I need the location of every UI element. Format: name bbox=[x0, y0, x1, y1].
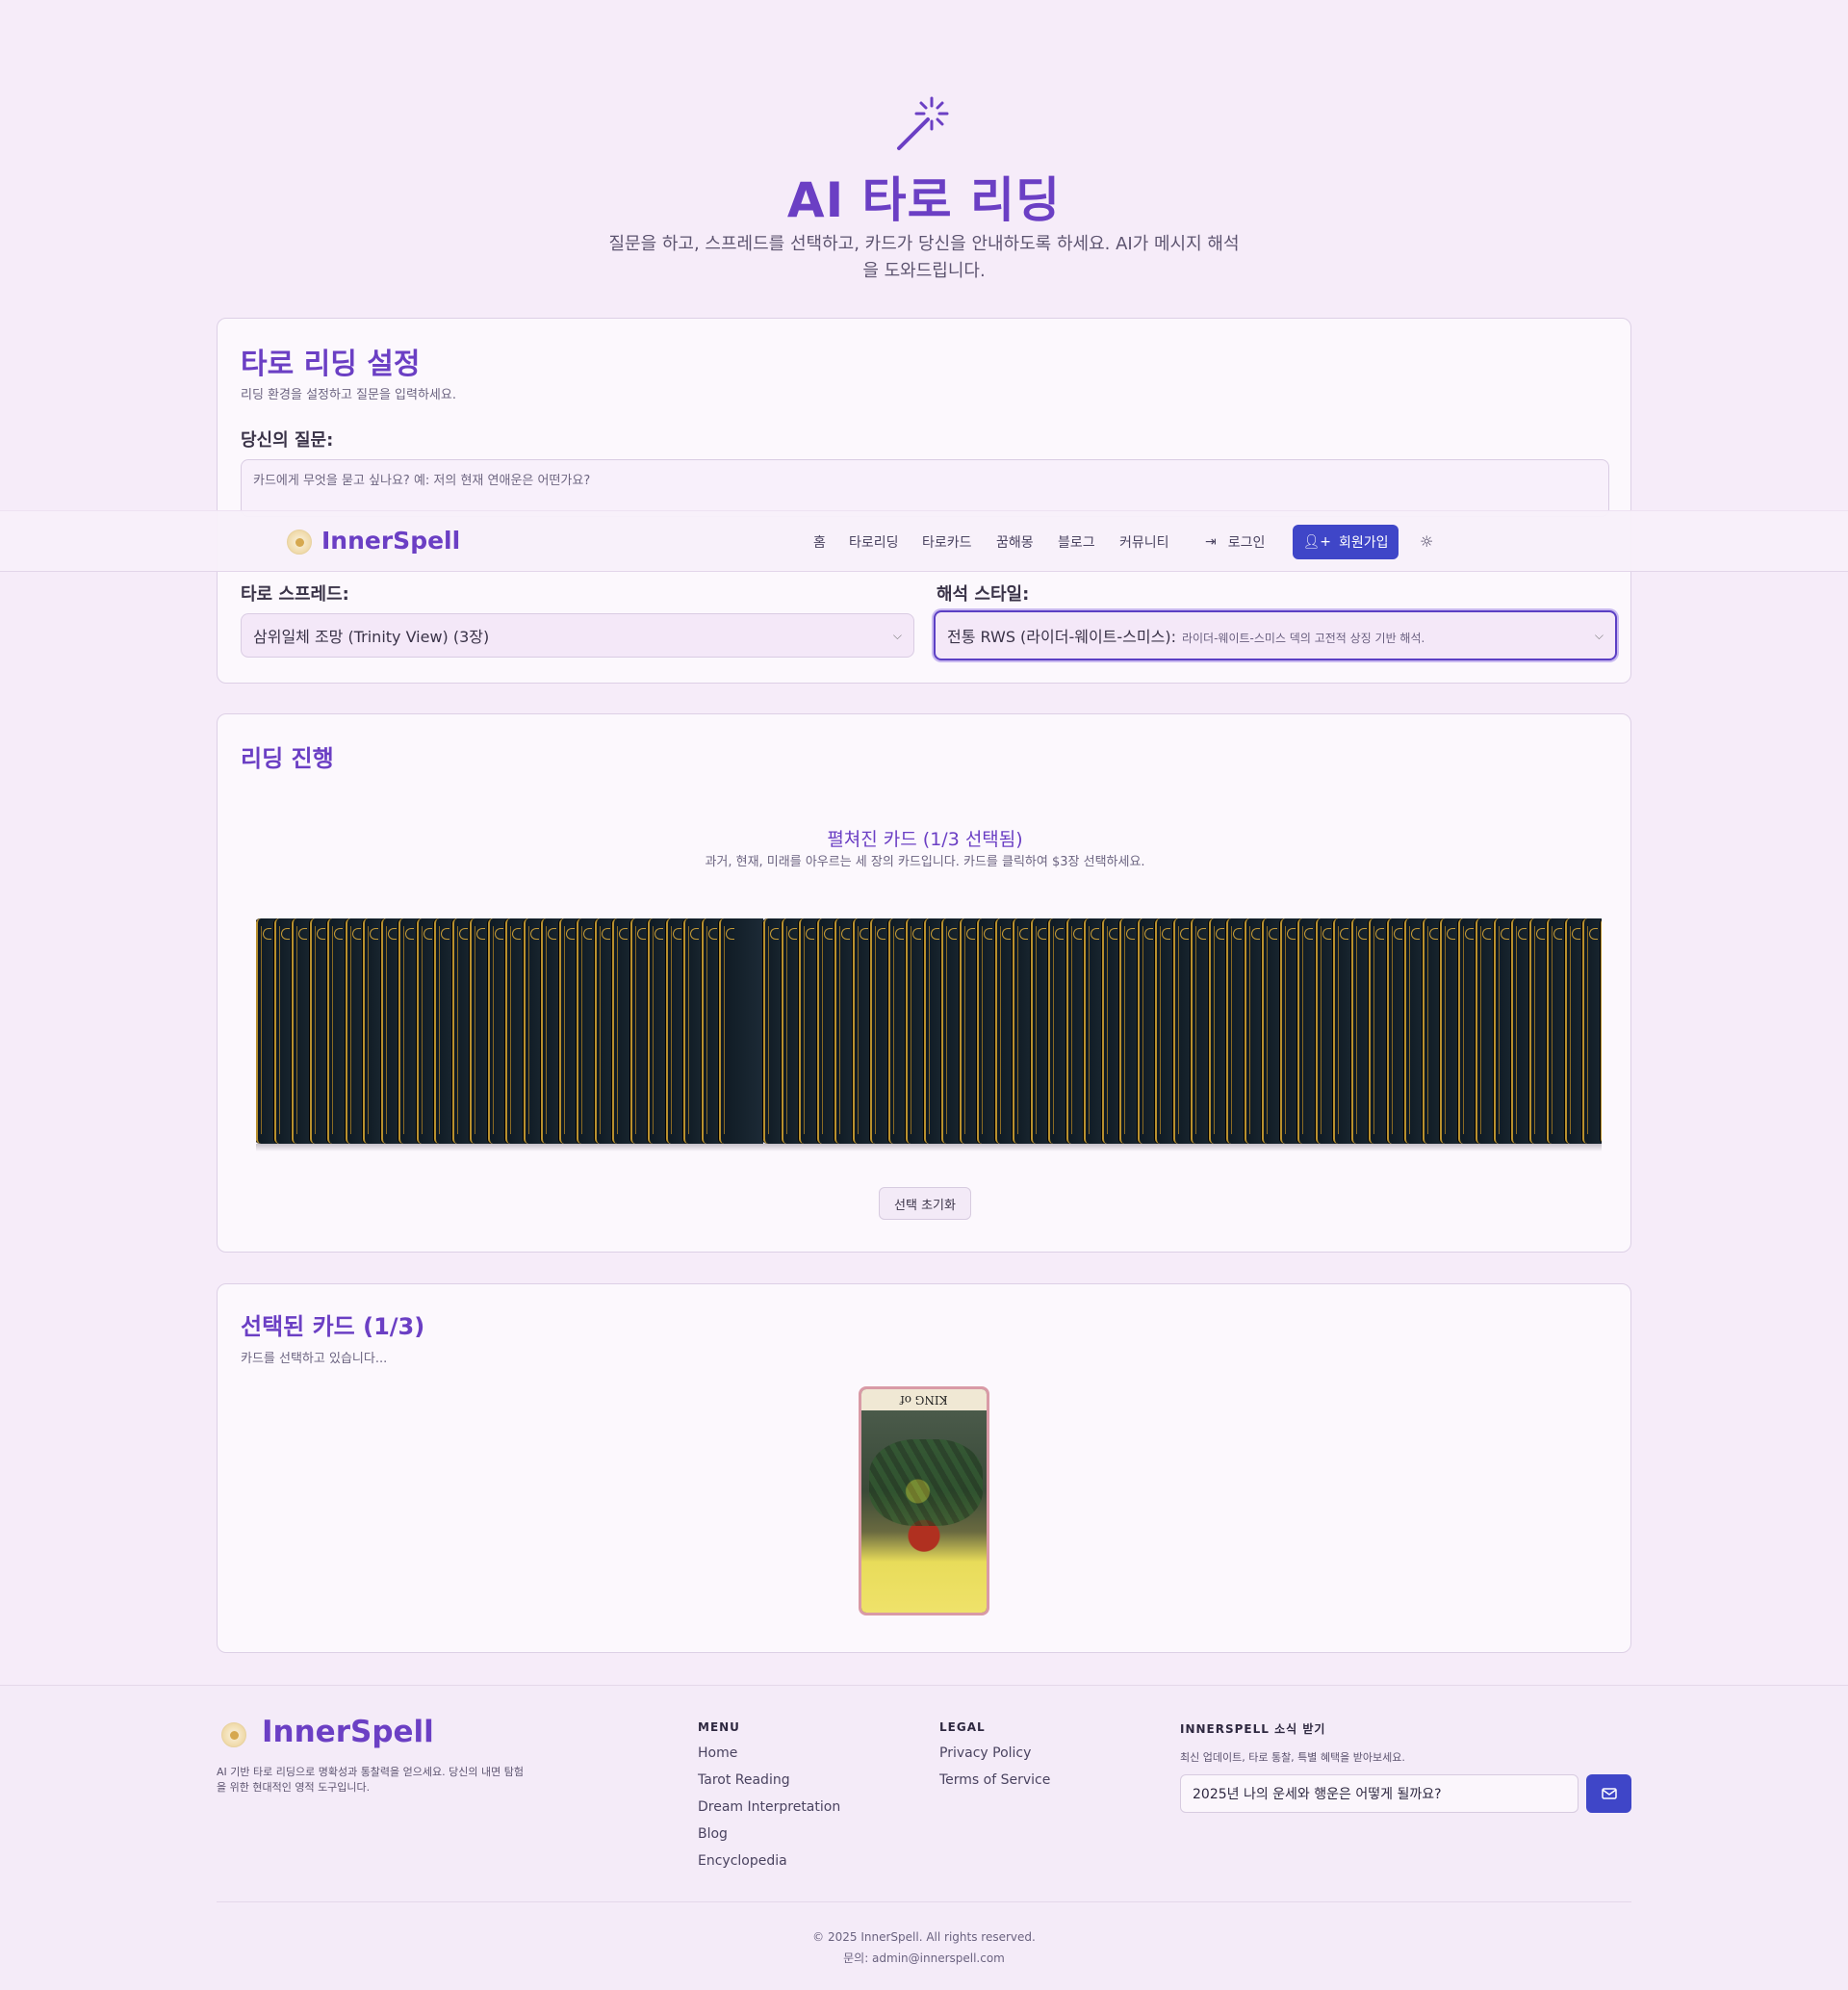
selected-title: 선택된 카드 (1/3) bbox=[241, 1313, 425, 1340]
footer-news-head: INNERSPELL 소식 받기 bbox=[1180, 1722, 1326, 1736]
footer-brand[interactable]: InnerSpell bbox=[262, 1715, 434, 1749]
deck-card-back[interactable] bbox=[1582, 918, 1602, 1144]
style-select[interactable]: 전통 RWS (라이더-웨이트-스미스): 라이더-웨이트-스미스 덱의 고전적 … bbox=[934, 610, 1617, 660]
footer-desc: AI 기반 타로 리딩으로 명확성과 통찰력을 얻으세요. 당신의 내면 탐험을… bbox=[217, 1766, 524, 1794]
chevron-down-icon: ⌵ bbox=[1594, 628, 1604, 642]
footer-link-encyclopedia[interactable]: Encyclopedia bbox=[698, 1853, 787, 1869]
selected-cards-panel: 선택된 카드 (1/3) 카드를 선택하고 있습니다... KING of PE… bbox=[217, 1283, 1631, 1653]
newsletter-send-button[interactable] bbox=[1586, 1774, 1631, 1813]
footer-news-sub: 최신 업데이트, 타로 통찰, 특별 혜택을 받아보세요. bbox=[1180, 1751, 1405, 1764]
footer-link-terms[interactable]: Terms of Service bbox=[939, 1772, 1050, 1788]
footer-contact: 문의: admin@innerspell.com bbox=[843, 1951, 1005, 1965]
brand-logo[interactable]: InnerSpell bbox=[321, 527, 460, 555]
page-subtitle: 질문을 하고, 스프레드를 선택하고, 카드가 당신을 안내하도록 하세요. A… bbox=[608, 234, 1240, 281]
deck-subtitle: 과거, 현재, 미래를 아우르는 세 장의 카드입니다. 카드를 클릭하여 $3… bbox=[705, 855, 1145, 869]
mail-icon bbox=[1601, 1785, 1617, 1803]
footer: InnerSpell AI 기반 타로 리딩으로 명확성과 통찰력을 얻으세요.… bbox=[0, 1685, 1848, 1990]
page-title: AI 타로 리딩 bbox=[786, 172, 1062, 228]
selected-desc: 카드를 선택하고 있습니다... bbox=[241, 1352, 388, 1366]
newsletter-input[interactable]: 2025년 나의 운세와 행운은 어떻게 될까요? bbox=[1180, 1774, 1578, 1813]
footer-menu-head: MENU bbox=[698, 1720, 740, 1734]
nav-dream[interactable]: 꿈해몽 bbox=[996, 532, 1034, 552]
settings-panel: 타로 리딩 설정 리딩 환경을 설정하고 질문을 입력하세요. 당신의 질문: … bbox=[217, 318, 1631, 684]
style-label: 해석 스타일: bbox=[937, 584, 1030, 605]
top-navbar: InnerSpell 홈 타로리딩 타로카드 꿈해몽 블로그 커뮤니티 ⇥ 로그… bbox=[0, 510, 1848, 572]
spread-label: 타로 스프레드: bbox=[241, 584, 349, 605]
footer-link-home[interactable]: Home bbox=[698, 1745, 737, 1761]
reset-selection-button[interactable]: 선택 초기화 bbox=[879, 1187, 971, 1220]
nav-community[interactable]: 커뮤니티 bbox=[1119, 532, 1169, 552]
login-button[interactable]: ⇥ 로그인 bbox=[1205, 532, 1265, 552]
footer-link-blog[interactable]: Blog bbox=[698, 1826, 728, 1842]
question-textarea[interactable]: 카드에게 무엇을 묻고 싶나요? 예: 저의 현재 연애운은 어떤가요? bbox=[241, 459, 1609, 517]
nav-blog[interactable]: 블로그 bbox=[1058, 532, 1095, 552]
deck-shadow bbox=[256, 1144, 1602, 1151]
question-label: 당신의 질문: bbox=[241, 430, 334, 451]
footer-link-tarot[interactable]: Tarot Reading bbox=[698, 1772, 790, 1788]
user-plus-icon: 👤︎+ bbox=[1302, 534, 1331, 550]
settings-title: 타로 리딩 설정 bbox=[241, 348, 421, 381]
progress-title: 리딩 진행 bbox=[241, 745, 334, 772]
selected-tarot-card[interactable]: KING of PENTACLES bbox=[859, 1386, 989, 1615]
footer-legal-head: LEGAL bbox=[939, 1720, 986, 1734]
deck-title: 펼쳐진 카드 (1/3 선택됨) bbox=[827, 829, 1023, 850]
nav-tarot-reading[interactable]: 타로리딩 bbox=[849, 532, 899, 552]
chevron-down-icon: ⌵ bbox=[892, 628, 902, 642]
footer-logo-icon bbox=[221, 1722, 246, 1747]
footer-copyright: © 2025 InnerSpell. All rights reserved. bbox=[812, 1930, 1036, 1944]
footer-link-privacy[interactable]: Privacy Policy bbox=[939, 1745, 1031, 1761]
nav-tarot-cards[interactable]: 타로카드 bbox=[922, 532, 972, 552]
spread-select[interactable]: 삼위일체 조망 (Trinity View) (3장) ⌵ bbox=[241, 613, 914, 658]
theme-toggle-sun-icon[interactable]: ☼ bbox=[1420, 532, 1433, 551]
deck-card-back[interactable] bbox=[1600, 918, 1602, 1144]
footer-link-dream[interactable]: Dream Interpretation bbox=[698, 1799, 840, 1815]
magic-wand-icon bbox=[895, 94, 953, 152]
login-icon: ⇥ bbox=[1205, 534, 1217, 550]
footer-divider bbox=[217, 1901, 1631, 1902]
card-name-banner: KING of PENTACLES bbox=[861, 1389, 987, 1410]
nav-home[interactable]: 홈 bbox=[813, 532, 826, 552]
card-deck[interactable] bbox=[256, 918, 1602, 1150]
card-illustration bbox=[861, 1410, 987, 1613]
settings-desc: 리딩 환경을 설정하고 질문을 입력하세요. bbox=[241, 388, 456, 402]
reading-progress-panel: 리딩 진행 펼쳐진 카드 (1/3 선택됨) 과거, 현재, 미래를 아우르는 … bbox=[217, 713, 1631, 1253]
signup-button[interactable]: 👤︎+ 회원가입 bbox=[1293, 525, 1399, 559]
logo-icon bbox=[287, 530, 312, 555]
deck-card-selected[interactable] bbox=[719, 918, 763, 1144]
